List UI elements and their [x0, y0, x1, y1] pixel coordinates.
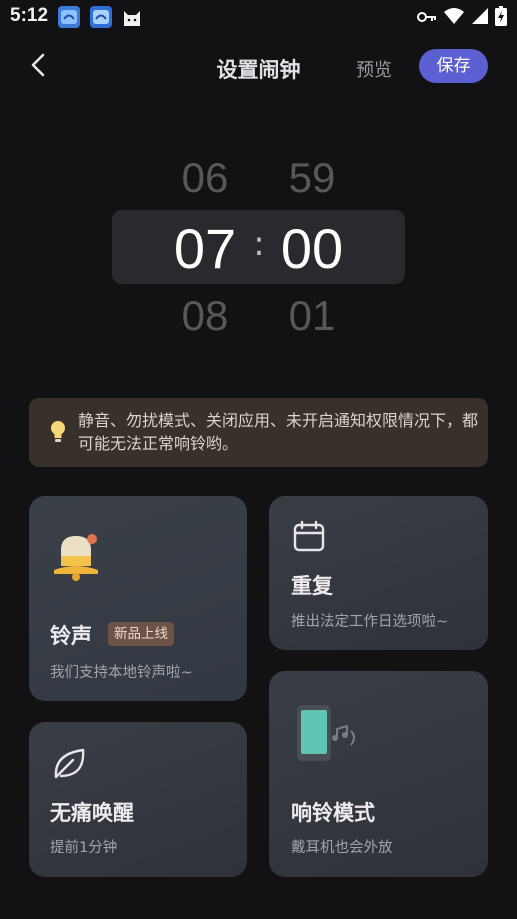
time-separator: :: [253, 224, 265, 264]
ring-mode-card[interactable]: 响铃模式 戴耳机也会外放: [269, 671, 488, 877]
ringtone-card[interactable]: 铃声 新品上线 我们支持本地铃声啦~: [29, 496, 247, 701]
header: 设置闹钟 预览 保存: [0, 40, 517, 92]
repeat-title: 重复: [291, 574, 333, 598]
ringtone-subtitle: 我们支持本地铃声啦~: [50, 665, 193, 681]
signal-icon: [471, 7, 489, 29]
calendar-icon: [292, 519, 326, 557]
gentle-wake-subtitle: 提前1分钟: [50, 840, 118, 856]
minute-prev[interactable]: 59: [272, 154, 352, 202]
save-button[interactable]: 保存: [419, 49, 488, 83]
hour-value[interactable]: 07: [165, 216, 245, 281]
wifi-icon: [443, 7, 465, 29]
app-icon-1: [58, 6, 80, 28]
app-icon-2: [90, 6, 112, 28]
hour-prev[interactable]: 06: [165, 154, 245, 202]
minute-value[interactable]: 00: [272, 216, 352, 281]
minute-next[interactable]: 01: [272, 292, 352, 340]
time-picker[interactable]: 06 59 07 : 00 08 01: [0, 140, 517, 360]
ring-mode-subtitle: 戴耳机也会外放: [291, 840, 393, 856]
tip-banner: 静音、勿扰模式、关闭应用、未开启通知权限情况下，都可能无法正常响铃哟。: [29, 398, 488, 467]
new-badge: 新品上线: [108, 622, 174, 646]
gentle-wake-title: 无痛唤醒: [50, 801, 134, 825]
back-arrow-icon[interactable]: [26, 52, 52, 78]
phone-music-icon: [295, 703, 361, 767]
key-icon: [417, 9, 437, 28]
battery-charging-icon: [495, 6, 507, 30]
repeat-subtitle: 推出法定工作日选项啦~: [291, 614, 449, 630]
tip-text: 静音、勿扰模式、关闭应用、未开启通知权限情况下，都可能无法正常响铃哟。: [78, 411, 479, 453]
leaf-icon: [51, 746, 87, 786]
cat-icon: [121, 6, 143, 28]
preview-button[interactable]: 预览: [356, 56, 392, 82]
repeat-card[interactable]: 重复 推出法定工作日选项啦~: [269, 496, 488, 650]
status-bar: 5:12: [0, 0, 517, 34]
bell-icon: [49, 526, 107, 588]
hour-next[interactable]: 08: [165, 292, 245, 340]
ringtone-title: 铃声: [50, 624, 92, 648]
lightbulb-icon: [49, 420, 67, 448]
status-time: 5:12: [10, 5, 49, 26]
gentle-wake-card[interactable]: 无痛唤醒 提前1分钟: [29, 722, 247, 877]
ring-mode-title: 响铃模式: [291, 801, 375, 825]
